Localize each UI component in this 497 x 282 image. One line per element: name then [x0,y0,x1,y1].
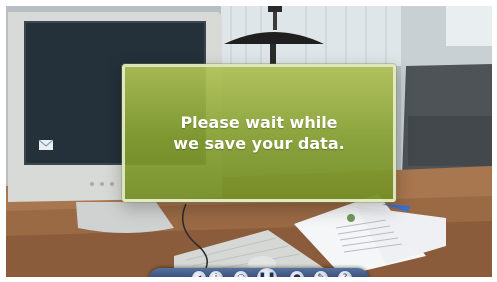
dialog-message-line-1: Please wait while [180,113,338,132]
save-progress-dialog: Please wait while we save your data. [122,64,396,202]
dialog-message-line-2: we save your data. [173,134,345,153]
photo-frame: Please wait while we save your data. ◂ i… [6,6,492,277]
